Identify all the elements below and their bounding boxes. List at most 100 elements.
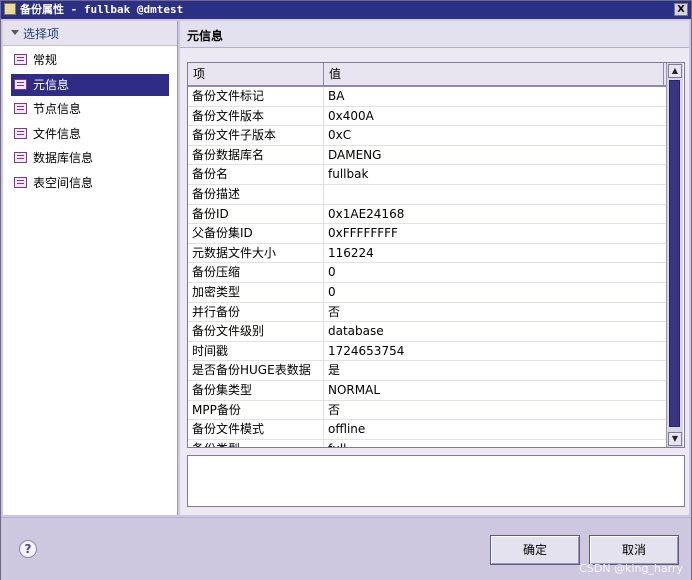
property-page-icon	[14, 54, 27, 65]
nav-item[interactable]: 节点信息	[11, 98, 169, 120]
property-name: 备份名	[188, 165, 324, 185]
app-icon	[4, 3, 16, 15]
table-rows: 备份文件标记 BA 备份文件版本 0x400A 备份文件子版本 0xC 备份数据库名 DAME…	[188, 87, 666, 447]
nav-item[interactable]: 常规	[11, 49, 169, 71]
table-row[interactable]: 备份文件模式 offline	[188, 420, 666, 440]
nav-item[interactable]: 表空间信息	[11, 172, 169, 194]
property-value: 否	[328, 402, 341, 417]
nav-item[interactable]: 数据库信息	[11, 147, 169, 169]
property-value: database	[328, 324, 384, 339]
table-row[interactable]: 并行备份否	[188, 302, 666, 323]
title-bar[interactable]: 备份属性 - fullbak @dmtest X	[1, 1, 691, 19]
scroll-down-icon[interactable]: ▼	[668, 432, 682, 446]
property-value: DAMENG	[328, 147, 382, 162]
table-row[interactable]: MPP备份否	[188, 400, 666, 421]
watermark: CSDN @king_harry	[579, 562, 683, 575]
property-name: 是否备份HUGE表数据	[188, 361, 324, 381]
property-page-icon	[14, 78, 27, 90]
table-row[interactable]: 加密类型 0	[188, 282, 666, 303]
nav-item-label: 表空间信息	[33, 176, 94, 190]
property-page-icon	[14, 177, 27, 188]
description-box[interactable]	[187, 455, 685, 507]
property-name: 并行备份	[188, 302, 324, 322]
property-value: offline	[328, 422, 366, 437]
table-row[interactable]: 备份压缩 0	[188, 263, 666, 283]
metadata-table: 项 值 备份文件标记 BA 备份文件版本 0x400A 备份文件子版本 0xC 备份数据库名…	[187, 62, 685, 448]
property-value: NORMAL	[328, 382, 381, 397]
table-row[interactable]: 备份ID 0x1AE24168	[188, 204, 666, 225]
nav-item-label: 常规	[33, 53, 58, 67]
property-value	[328, 185, 658, 204]
table-row[interactable]: 父备份集ID 0xFFFFFFFF	[188, 224, 666, 244]
property-name: 备份文件版本	[188, 106, 324, 126]
nav-header[interactable]: 选择项	[3, 21, 177, 46]
property-name: 备份集类型	[188, 380, 324, 400]
window-title: 备份属性 - fullbak @dmtest	[20, 3, 184, 16]
table-row[interactable]: 备份名 fullbak	[188, 165, 666, 185]
help-icon[interactable]: ?	[19, 540, 37, 558]
nav-item-label: 文件信息	[33, 126, 82, 141]
nav-item-label: 元信息	[33, 77, 70, 92]
table-row[interactable]: 是否备份HUGE表数据是	[188, 361, 666, 381]
property-name: 备份ID	[188, 204, 324, 224]
cancel-button[interactable]: 取消	[589, 535, 679, 565]
table-row[interactable]: 备份描述	[188, 184, 666, 205]
detail-panel: 元信息 项 值 备份文件标记 BA 备份文件版本 0x400A 备份文件子版本 0xC 备份…	[180, 21, 691, 515]
dialog-footer: ? 确定 取消 CSDN @king_harry	[1, 517, 691, 580]
property-value: 0x1AE24168	[328, 206, 405, 221]
table-row[interactable]: 备份文件子版本 0xC	[188, 126, 666, 146]
table-row[interactable]: 备份文件标记 BA	[188, 87, 666, 107]
property-name: 备份描述	[188, 184, 324, 204]
property-value: full	[328, 440, 658, 447]
column-header-value[interactable]: 值	[324, 63, 664, 85]
property-name: 备份文件子版本	[188, 126, 324, 146]
panel-header: 元信息	[180, 21, 689, 48]
property-name: 备份数据库名	[188, 145, 324, 165]
selection-nav: 选择项 常规元信息节点信息文件信息数据库信息表空间信息	[3, 21, 178, 515]
property-value: 否	[328, 304, 341, 319]
scroll-thumb[interactable]	[669, 80, 680, 427]
property-name: 备份类型	[188, 439, 324, 447]
property-value: 0xFFFFFFFF	[328, 226, 398, 241]
property-value: 1724653754	[328, 343, 405, 358]
collapse-triangle-icon[interactable]	[11, 30, 19, 35]
property-value: 0	[328, 284, 336, 299]
nav-item-label: 数据库信息	[33, 151, 94, 166]
ok-button[interactable]: 确定	[490, 535, 580, 565]
table-row[interactable]: 元数据文件大小 116224	[188, 243, 666, 264]
property-value: BA	[328, 89, 345, 103]
close-icon[interactable]: X	[674, 3, 688, 16]
table-row[interactable]: 时间戳 1724653754	[188, 341, 666, 362]
column-header-item[interactable]: 项	[188, 63, 324, 85]
vertical-scrollbar[interactable]: ▲ ▼	[666, 63, 683, 447]
panel-title: 元信息	[187, 29, 224, 43]
nav-item[interactable]: 元信息	[11, 73, 169, 96]
nav-item[interactable]: 文件信息	[11, 123, 169, 145]
property-value: 116224	[328, 245, 374, 260]
property-page-icon	[14, 127, 27, 139]
property-name: 备份文件模式	[188, 420, 324, 440]
table-row[interactable]: 备份文件版本 0x400A	[188, 106, 666, 127]
table-row[interactable]: 备份集类型 NORMAL	[188, 380, 666, 401]
scroll-up-icon[interactable]: ▲	[668, 64, 682, 78]
property-name: 元数据文件大小	[188, 243, 324, 263]
property-value: fullbak	[328, 167, 369, 182]
property-page-icon	[14, 152, 27, 164]
properties-dialog: 备份属性 - fullbak @dmtest X 选择项 常规 元信息 节点信息 文件…	[0, 0, 692, 580]
property-value: 0	[328, 265, 336, 280]
property-value: 是	[328, 363, 341, 378]
table-header: 项 值	[188, 63, 666, 87]
nav-header-label: 选择项	[23, 27, 60, 41]
property-value: 0x400A	[328, 108, 374, 123]
panel-content: 项 值 备份文件标记 BA 备份文件版本 0x400A 备份文件子版本 0xC 备份数据库名…	[180, 48, 689, 515]
property-name: MPP备份	[188, 400, 324, 420]
property-name: 备份文件级别	[188, 322, 324, 342]
property-value: 0xC	[328, 128, 352, 143]
table-row[interactable]: 备份文件级别 database	[188, 322, 666, 342]
property-name: 加密类型	[188, 282, 324, 302]
property-name: 父备份集ID	[188, 224, 324, 244]
property-name: 时间戳	[188, 341, 324, 361]
table-row[interactable]: 备份类型 full	[188, 439, 666, 447]
table-row[interactable]: 备份数据库名 DAMENG	[188, 145, 666, 166]
property-name: 备份文件标记	[188, 87, 324, 106]
